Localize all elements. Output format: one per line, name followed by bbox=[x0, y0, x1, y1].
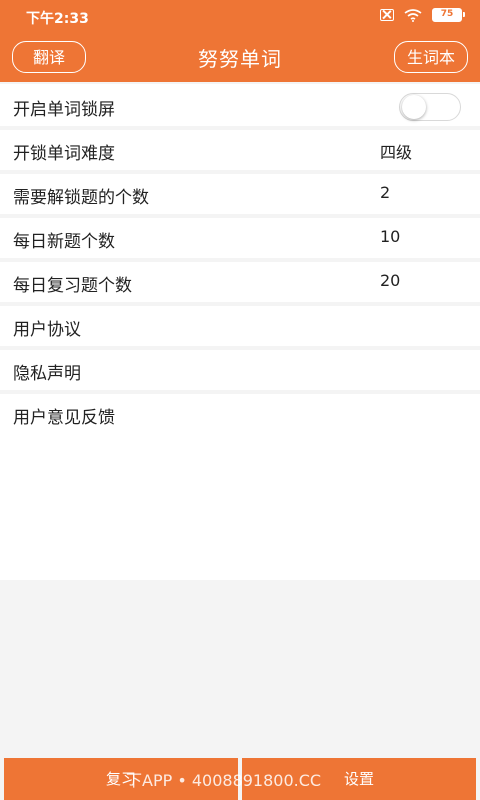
setting-label: 用户协议 bbox=[13, 320, 81, 340]
setting-label: 开启单词锁屏 bbox=[13, 100, 115, 120]
setting-row-daily-review[interactable]: 每日复习题个数 20 bbox=[0, 262, 480, 302]
vocabulary-book-button[interactable]: 生词本 bbox=[394, 41, 468, 73]
no-sim-icon bbox=[380, 9, 394, 21]
setting-value: 四级 bbox=[380, 143, 413, 162]
tab-settings[interactable]: 设置 bbox=[242, 758, 476, 800]
setting-value: 10 bbox=[380, 227, 401, 246]
setting-label: 每日新题个数 bbox=[13, 232, 115, 252]
setting-label: 隐私声明 bbox=[13, 364, 81, 384]
setting-row-lock-screen[interactable]: 开启单词锁屏 bbox=[0, 86, 480, 126]
setting-label: 开锁单词难度 bbox=[13, 144, 115, 164]
setting-row-user-agreement[interactable]: 用户协议 bbox=[0, 306, 480, 346]
setting-value: 2 bbox=[380, 183, 391, 202]
wifi-icon bbox=[404, 9, 422, 22]
setting-row-daily-new[interactable]: 每日新题个数 10 bbox=[0, 218, 480, 258]
lock-screen-toggle[interactable] bbox=[399, 93, 461, 121]
setting-value: 20 bbox=[380, 271, 401, 290]
status-time: 下午2:33 bbox=[26, 11, 89, 27]
app-bar: 翻译 努努单词 生词本 bbox=[0, 32, 480, 82]
status-icons: 75 bbox=[380, 8, 465, 22]
tab-review[interactable]: 复习 bbox=[4, 758, 238, 800]
settings-list: 开启单词锁屏 开锁单词难度 四级 需要解锁题的个数 2 每日新题个数 10 每日… bbox=[0, 84, 480, 580]
setting-row-difficulty[interactable]: 开锁单词难度 四级 bbox=[0, 130, 480, 170]
status-bar: 下午2:33 75 bbox=[0, 0, 480, 32]
setting-label: 每日复习题个数 bbox=[13, 276, 132, 296]
setting-label: 用户意见反馈 bbox=[13, 408, 115, 428]
setting-label: 需要解锁题的个数 bbox=[13, 188, 149, 208]
setting-row-unlock-count[interactable]: 需要解锁题的个数 2 bbox=[0, 174, 480, 214]
setting-row-feedback[interactable]: 用户意见反馈 bbox=[0, 394, 480, 434]
bottom-tab-bar: 复习 设置 下APP • 4008891800.CC bbox=[0, 758, 480, 800]
setting-row-privacy[interactable]: 隐私声明 bbox=[0, 350, 480, 390]
toggle-knob bbox=[402, 95, 426, 119]
battery-icon: 75 bbox=[432, 8, 465, 22]
